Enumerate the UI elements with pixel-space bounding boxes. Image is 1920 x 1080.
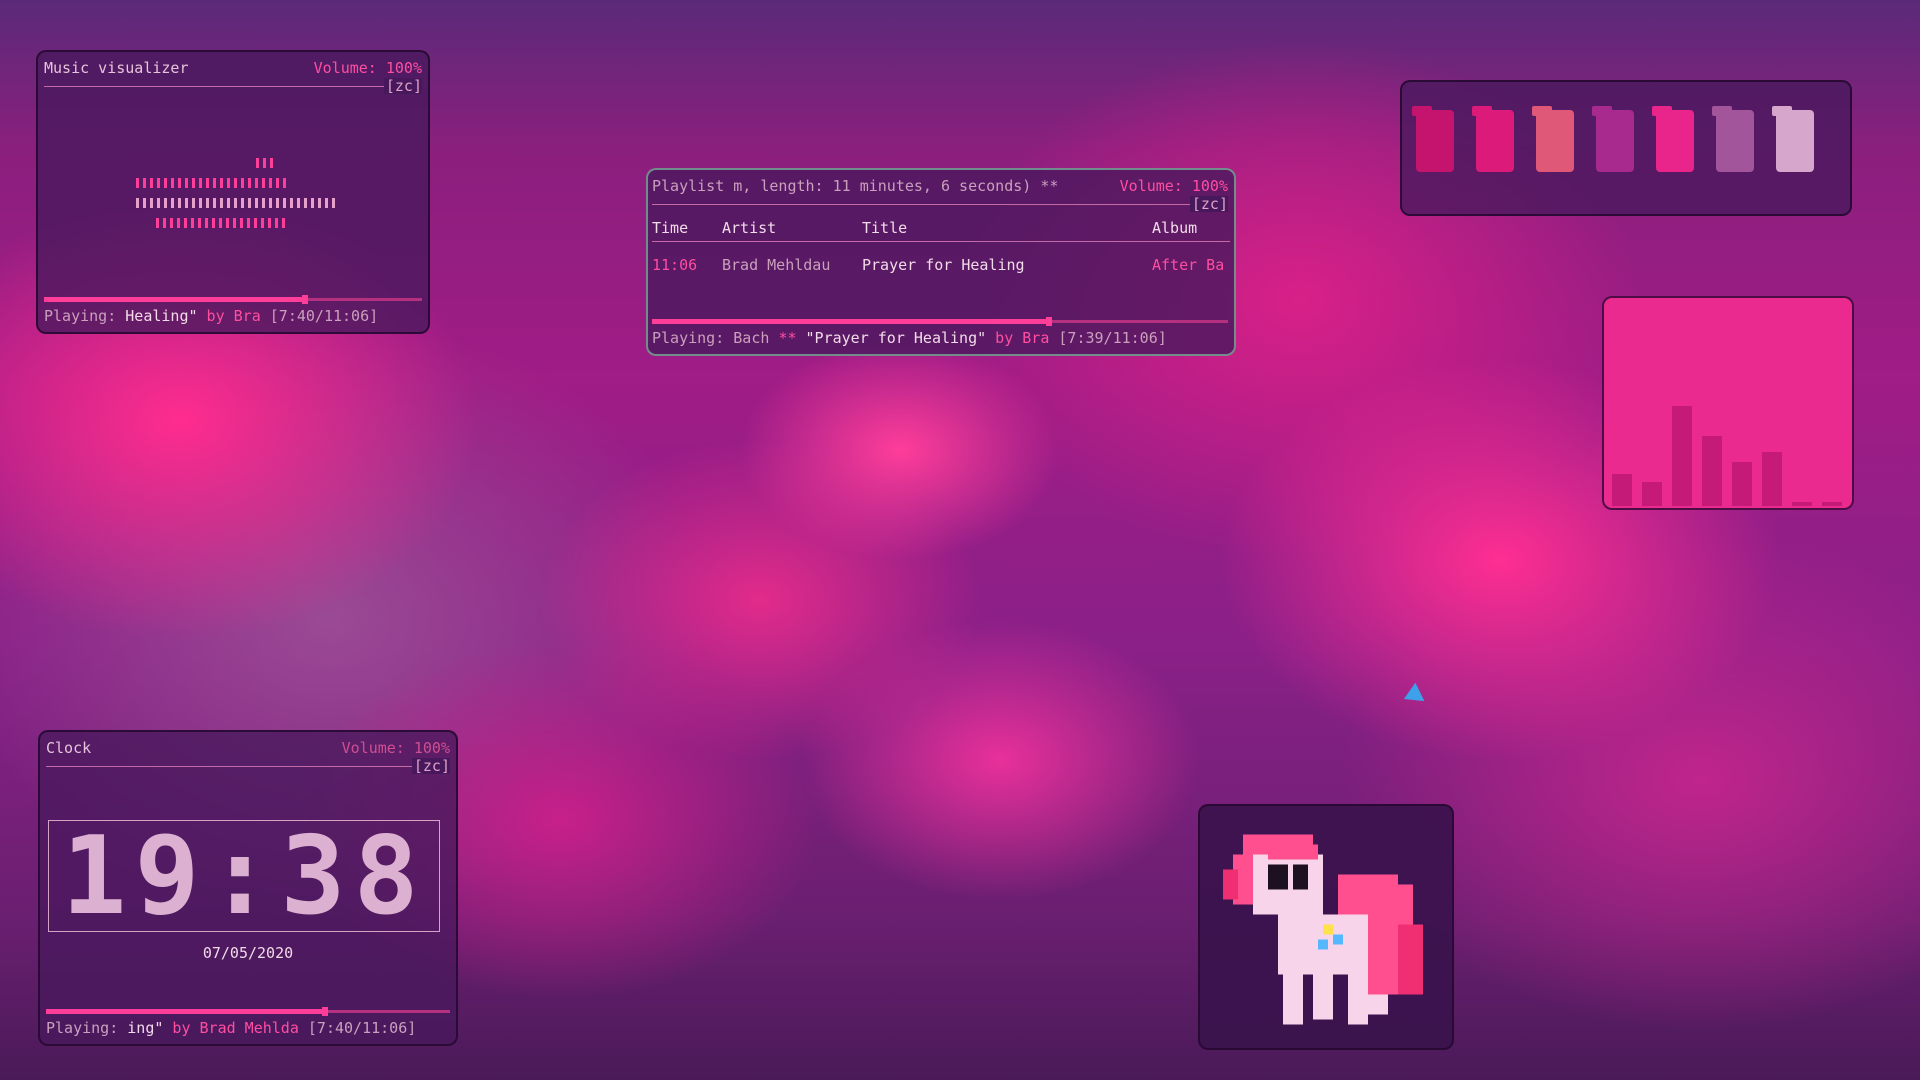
visualizer-bars-row-2: [136, 198, 335, 208]
zc-tag: [zc]: [1189, 195, 1228, 213]
pink-pony-pixel-art-icon: [1223, 834, 1423, 1025]
header-divider: [46, 766, 450, 767]
audio-bars-panel: [1602, 296, 1854, 510]
row-title: Prayer for Healing: [862, 256, 1025, 274]
column-title[interactable]: Title: [862, 215, 907, 241]
visualizer-bars-row-3: [156, 218, 285, 228]
color-swatch: [1772, 106, 1814, 172]
clock-date: 07/05/2020: [202, 944, 294, 962]
visualizer-volume: Volume: 100%: [313, 59, 422, 77]
playlist-panel: Playlist m, length: 11 minutes, 6 second…: [646, 168, 1236, 356]
audio-bar: [1642, 482, 1662, 506]
column-artist[interactable]: Artist: [722, 215, 776, 241]
playlist-header-row: Time Artist Title Album: [652, 215, 1230, 242]
audio-bar: [1702, 436, 1722, 506]
playlist-table: Time Artist Title Album 11:06 Brad Mehld…: [652, 215, 1230, 278]
audio-bar: [1612, 474, 1632, 506]
row-artist: Brad Mehldau: [722, 256, 831, 274]
color-swatch: [1472, 106, 1514, 172]
clock-title: Clock: [46, 739, 92, 757]
column-album[interactable]: Album: [1152, 215, 1197, 241]
pony-image-panel: [1198, 804, 1454, 1050]
visualizer-bars-row-1: [136, 178, 286, 188]
music-visualizer-panel: Music visualizer Volume: 100% [zc] Playi…: [36, 50, 430, 334]
zc-tag: [zc]: [411, 757, 450, 775]
clock-time: 19:38: [61, 814, 427, 939]
progress-bar[interactable]: [44, 295, 422, 304]
progress-fill: [44, 297, 305, 302]
color-swatch: [1532, 106, 1574, 172]
now-playing-status: Playing: ing" by Brad Mehlda [7:40/11:06…: [46, 1019, 417, 1037]
visualizer-bars-top: [256, 158, 273, 168]
color-swatch: [1652, 106, 1694, 172]
progress-knob[interactable]: [301, 295, 308, 304]
now-playing-status: Playing: Bach ** "Prayer for Healing" by…: [652, 329, 1167, 347]
audio-bar: [1762, 452, 1782, 506]
visualizer-title: Music visualizer: [44, 59, 189, 77]
header-divider: [652, 204, 1228, 205]
column-time[interactable]: Time: [652, 215, 688, 241]
audio-bar: [1732, 462, 1752, 506]
color-swatch: [1592, 106, 1634, 172]
progress-fill: [46, 1009, 325, 1014]
row-album: After Ba: [1152, 256, 1225, 274]
header-divider: [44, 86, 422, 87]
row-time: 11:06: [652, 256, 698, 274]
clock-volume: Volume: 100%: [341, 739, 450, 757]
audio-bar: [1792, 502, 1812, 506]
progress-knob[interactable]: [1046, 317, 1053, 326]
progress-bar[interactable]: [652, 317, 1228, 326]
mouse-cursor-icon: [1403, 682, 1431, 710]
zc-tag: [zc]: [383, 77, 422, 95]
progress-fill: [652, 319, 1050, 324]
progress-bar[interactable]: [46, 1007, 450, 1016]
clock-panel: Clock Volume: 100% [zc] 19:38 07/05/2020…: [38, 730, 458, 1046]
now-playing-status: Playing: Healing" by Bra [7:40/11:06]: [44, 307, 379, 325]
audio-bar: [1672, 406, 1692, 506]
audio-bar: [1822, 502, 1842, 506]
playlist-volume: Volume: 100%: [1119, 177, 1228, 195]
playlist-title: Playlist m, length: 11 minutes, 6 second…: [652, 177, 1059, 195]
clock-display: 19:38: [48, 820, 440, 932]
table-row[interactable]: 11:06 Brad Mehldau Prayer for Healing Af…: [652, 252, 1230, 278]
color-palette-panel: [1400, 80, 1852, 216]
color-swatch: [1712, 106, 1754, 172]
color-swatch: [1412, 106, 1454, 172]
progress-knob[interactable]: [321, 1007, 328, 1016]
